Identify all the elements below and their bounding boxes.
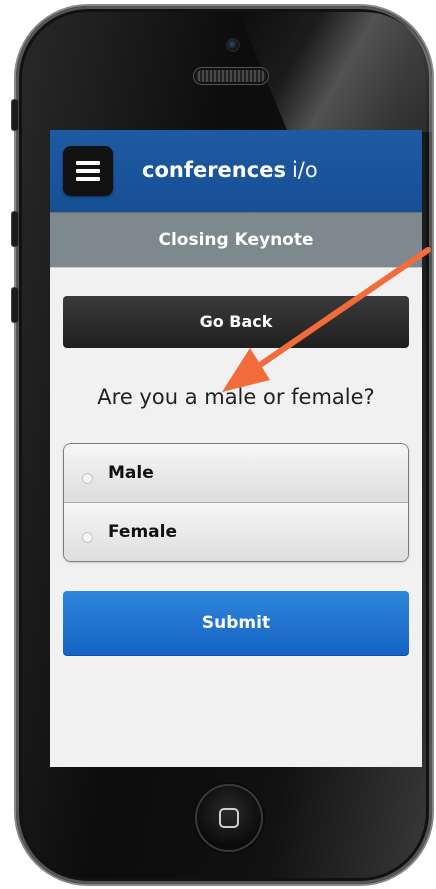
poll-question: Are you a male or female? [97, 385, 375, 409]
menu-button[interactable] [63, 146, 113, 196]
front-camera [228, 40, 238, 50]
app-header: conferences i/o [50, 130, 422, 212]
brand-suffix: i/o [291, 158, 318, 182]
go-back-button[interactable]: Go Back [63, 296, 409, 348]
volume-down-button [12, 288, 18, 322]
submit-button[interactable]: Submit [63, 591, 409, 656]
device-stage: conferences i/o Closing Keynote Go Back A… [0, 0, 436, 889]
option-male[interactable]: Male [64, 444, 408, 502]
session-title: Closing Keynote [50, 212, 422, 267]
app-screen: conferences i/o Closing Keynote Go Back A… [50, 130, 422, 767]
volume-up-button [12, 212, 18, 246]
radio-male[interactable] [82, 473, 93, 484]
option-female-label: Female [108, 522, 177, 542]
earpiece-speaker [196, 70, 266, 82]
option-male-label: Male [108, 463, 154, 483]
radio-female[interactable] [82, 532, 93, 543]
brand-name: conferences [142, 158, 286, 182]
option-female[interactable]: Female [64, 502, 408, 561]
home-button-icon [219, 808, 239, 828]
home-button[interactable] [197, 786, 261, 850]
brand-logo: conferences i/o [142, 158, 318, 182]
poll-options: Male Female [63, 443, 409, 562]
mute-switch [12, 100, 18, 130]
